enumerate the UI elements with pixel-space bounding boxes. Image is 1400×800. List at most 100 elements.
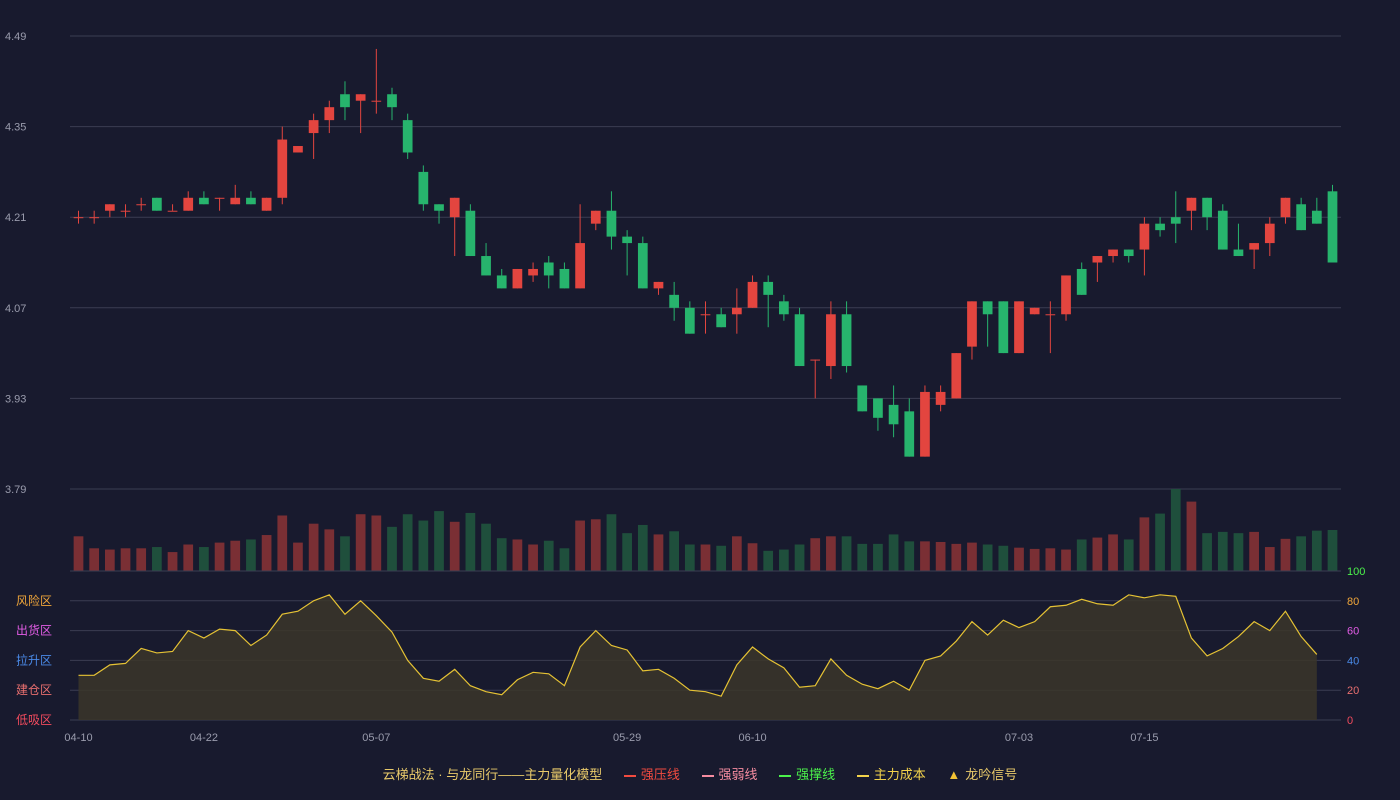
volume-bar	[246, 539, 256, 571]
indicator-right-tick: 40	[1347, 655, 1359, 667]
legend-strong-pressure[interactable]: 强压线	[623, 764, 680, 783]
legend-swatch-weak	[701, 774, 714, 777]
volume-bar	[1029, 548, 1040, 571]
volume-bar	[340, 536, 350, 571]
candle-body	[967, 301, 977, 347]
candle-body	[1139, 223, 1150, 250]
candle-body	[73, 217, 84, 219]
legend-strong-support[interactable]: 强撑线	[779, 764, 835, 783]
candle-body	[794, 314, 805, 367]
candle-body	[841, 314, 852, 367]
indicator-right-tick: 80	[1347, 596, 1359, 608]
volume-bar	[951, 543, 962, 571]
y-tick-label: 4.49	[5, 31, 26, 43]
candle-body	[89, 217, 100, 219]
legend-swatch-pressure	[623, 774, 636, 777]
indicator-right-tick: 0	[1347, 715, 1353, 727]
y-tick-label: 4.35	[5, 122, 26, 134]
y-tick-label: 4.07	[5, 303, 26, 315]
volume-bar	[1139, 517, 1150, 571]
candle-body	[1061, 275, 1071, 315]
candle-body	[1155, 223, 1165, 231]
volume-bar	[230, 540, 241, 571]
volume-bar	[324, 529, 335, 571]
candlestick-chart: 4.49 4.35 4.21 4.07 3.93 3.79 100 80 60 40 20 0 风险区出…	[5, 31, 1365, 744]
legend-main-cost[interactable]: 主力成本	[856, 764, 926, 783]
volume-bar	[449, 521, 460, 571]
volume-bar	[1217, 531, 1228, 571]
volume-bar	[434, 511, 444, 571]
y-tick-label: 3.93	[5, 393, 26, 405]
candle-body	[982, 301, 993, 315]
volume-bar	[888, 534, 899, 571]
volume-bar	[136, 548, 147, 571]
candle-body	[1045, 314, 1056, 316]
volume-bar	[747, 543, 758, 571]
legend-strong-support-label: 强撑线	[796, 767, 836, 782]
volume-bar	[653, 534, 664, 571]
candle-body	[324, 107, 335, 121]
volume-bar	[387, 526, 397, 571]
volume-bar	[465, 512, 476, 571]
volume-bar	[779, 549, 789, 571]
candle-body	[136, 204, 147, 206]
volume-bar	[873, 543, 883, 571]
volume-bar	[402, 514, 413, 571]
zone-label: 拉升区	[16, 652, 52, 667]
volume-bar	[152, 547, 162, 571]
volume-bar	[89, 548, 100, 571]
candle-body	[1108, 249, 1118, 257]
volume-bar	[199, 547, 209, 571]
volume-bar	[120, 548, 131, 571]
indicator-right-tick: 60	[1347, 626, 1359, 638]
legend-signal[interactable]: ▲ 龙吟信号	[947, 764, 1017, 783]
volume-bar	[308, 523, 319, 571]
candle-body	[449, 197, 460, 218]
candle-body	[1076, 268, 1087, 295]
zone-label: 风险区	[16, 593, 52, 608]
volume-bar	[261, 535, 272, 571]
triangle-icon: ▲	[947, 767, 961, 782]
candle-body	[1296, 204, 1307, 231]
candle-body	[230, 197, 241, 205]
candle-body	[1202, 197, 1212, 218]
candle-body	[779, 301, 789, 315]
volume-bar	[1014, 547, 1024, 571]
x-tick-label: 05-29	[613, 732, 641, 744]
candle-body	[1327, 191, 1338, 263]
candle-body	[810, 359, 821, 361]
candle-body	[1249, 243, 1259, 250]
candle-body	[1186, 197, 1197, 211]
candle-body	[214, 197, 225, 199]
y-tick-label: 3.79	[5, 484, 26, 496]
volume-bar	[183, 544, 194, 571]
volume-bar	[904, 541, 915, 571]
volume-bar	[418, 520, 429, 571]
candle-body	[104, 204, 115, 211]
volume-bar	[684, 544, 695, 571]
volume-bar	[1170, 489, 1181, 571]
volume-bar	[700, 544, 711, 571]
candle-body	[637, 243, 648, 289]
candle-body	[669, 294, 680, 308]
x-tick-label: 04-22	[190, 732, 218, 744]
candle-body	[387, 94, 397, 108]
legend-strong-pressure-label: 强压线	[640, 767, 680, 782]
candle-body	[1092, 256, 1103, 263]
volume-bar	[841, 536, 852, 571]
candle-body	[246, 197, 256, 205]
candle-body	[120, 210, 131, 212]
volume-bar	[716, 545, 727, 571]
volume-bar	[575, 520, 585, 571]
x-tick-label: 07-03	[1005, 732, 1033, 744]
candle-body	[481, 256, 491, 276]
volume-bar	[512, 539, 523, 571]
candle-body	[183, 197, 194, 211]
legend-weak-line[interactable]: 强弱线	[701, 764, 758, 783]
volume-bar	[1186, 501, 1197, 571]
volume-bar	[1264, 547, 1275, 571]
volume-bar	[355, 514, 366, 571]
volume-bar	[669, 531, 680, 571]
volume-bar	[606, 514, 617, 571]
candle-body	[167, 210, 178, 212]
